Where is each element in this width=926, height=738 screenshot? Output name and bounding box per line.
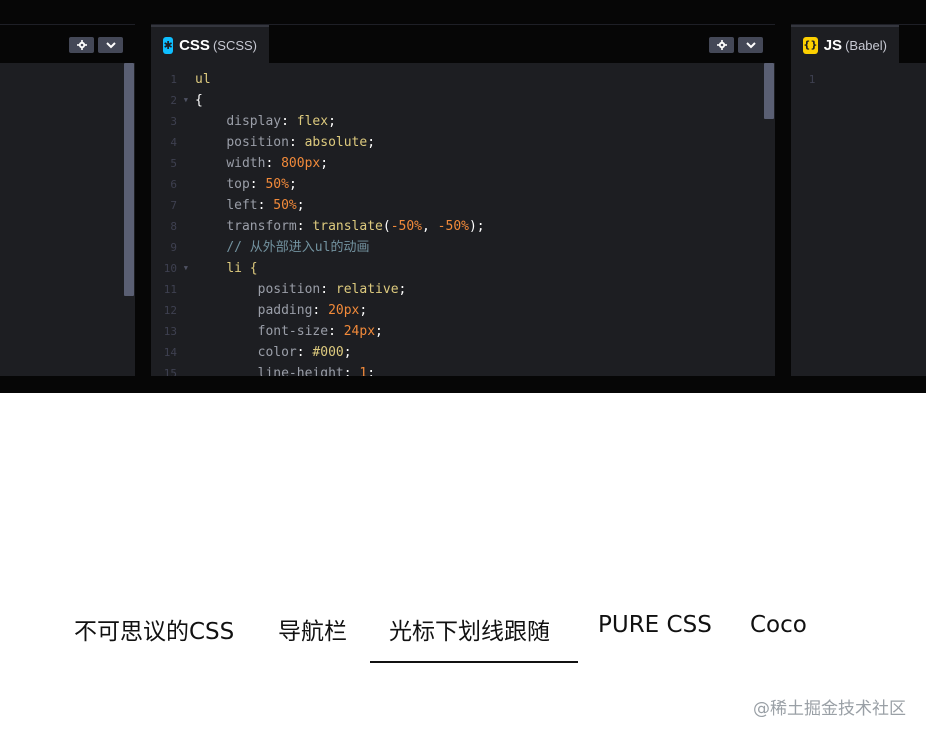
code-line: ul (195, 72, 211, 87)
line-number: 4 (170, 136, 177, 149)
line-number: 6 (170, 178, 177, 191)
code-line: line-height: 1; (257, 366, 376, 376)
preview-nav: 不可思议的CSS 导航栏 光标下划线跟随 PURE CSS Coco (0, 600, 926, 670)
css-scrollbar-thumb[interactable] (764, 63, 774, 119)
line-number: 9 (170, 241, 177, 254)
line-number: 13 (163, 325, 177, 338)
asterisk-icon: ✱ (163, 37, 174, 54)
code-line: top: 50%; (226, 177, 297, 192)
pane-resize-handle[interactable] (135, 24, 151, 376)
line-number: 11 (163, 283, 177, 296)
curly-braces-icon: {} (803, 37, 818, 54)
code-line: color: #000; (257, 345, 352, 360)
tab-css[interactable]: ✱ CSS (SCSS) (151, 25, 269, 64)
line-number: 7 (170, 199, 177, 212)
line-number: 8 (170, 220, 177, 233)
css-header-buttons (709, 37, 763, 53)
editor-bottom-strip (0, 376, 926, 393)
code-line: padding: 20px; (257, 303, 368, 318)
code-line: position: absolute; (226, 135, 376, 150)
code-line: { (195, 93, 203, 108)
js-tab-label: JS (823, 37, 843, 54)
css-pane: ✱ CSS (SCSS) 1 2 ▼ 3 4 5 6 7 8 9 10 ▼ 11… (151, 24, 775, 376)
js-tab-preprocessor: (Babel) (845, 38, 887, 53)
js-pane-header: {} JS (Babel) (791, 24, 926, 64)
code-line: transform: translate(-50%, -50%); (226, 219, 485, 234)
code-line: display: flex; (226, 114, 336, 129)
chevron-down-icon[interactable] (98, 37, 123, 53)
line-number-gutter: 1 (791, 69, 831, 90)
css-tab-preprocessor: (SCSS) (212, 38, 257, 53)
pane-resize-handle[interactable] (775, 24, 791, 376)
css-tab-label: CSS (179, 37, 210, 54)
cursor-underline (370, 661, 578, 663)
nav-item-active[interactable]: 光标下划线跟随 (389, 612, 550, 646)
fold-arrow-icon[interactable]: ▼ (184, 258, 188, 279)
js-pane: {} JS (Babel) 1 (791, 24, 926, 376)
line-number: 10 ▼ (151, 258, 191, 279)
css-code[interactable]: ul { display: flex; position: absolute; … (195, 69, 761, 376)
code-editor: ✱ CSS (SCSS) 1 2 ▼ 3 4 5 6 7 8 9 10 ▼ 11… (0, 0, 926, 393)
html-scrollbar-thumb[interactable] (124, 63, 134, 296)
html-pane-body[interactable] (0, 63, 135, 376)
nav-item[interactable]: 导航栏 (278, 612, 347, 646)
nav-item[interactable]: PURE CSS (598, 612, 712, 638)
line-number: 14 (163, 346, 177, 359)
gear-icon[interactable] (69, 37, 94, 53)
js-code-area[interactable]: 1 (791, 63, 926, 376)
line-number-gutter: 1 2 ▼ 3 4 5 6 7 8 9 10 ▼ 11 12 13 14 15 (151, 69, 191, 376)
gear-icon[interactable] (709, 37, 734, 53)
nav-item[interactable]: Coco (750, 612, 807, 638)
watermark: @稀土掘金技术社区 (753, 699, 906, 719)
code-line: width: 800px; (226, 156, 329, 171)
tab-js[interactable]: {} JS (Babel) (791, 25, 899, 64)
nav-item[interactable]: 不可思议的CSS (74, 612, 234, 646)
fold-arrow-icon[interactable]: ▼ (184, 90, 188, 111)
code-line: font-size: 24px; (257, 324, 383, 339)
css-pane-header: ✱ CSS (SCSS) (151, 24, 775, 64)
html-scrollbar[interactable] (124, 63, 135, 376)
line-number: 1 (808, 73, 816, 86)
line-number: 3 (170, 115, 177, 128)
line-number: 2 ▼ (151, 90, 191, 111)
line-number: 5 (170, 157, 177, 170)
html-pane (0, 24, 135, 376)
css-code-area[interactable]: 1 2 ▼ 3 4 5 6 7 8 9 10 ▼ 11 12 13 14 15 ul… (151, 63, 775, 376)
code-line: left: 50%; (226, 198, 305, 213)
line-number: 1 (170, 73, 177, 86)
editor-top-strip (0, 0, 926, 24)
code-line: position: relative; (257, 282, 407, 297)
html-pane-header (0, 24, 135, 63)
line-number: 12 (163, 304, 177, 317)
code-line: // 从外部进入ul的动画 (226, 240, 370, 255)
chevron-down-icon[interactable] (738, 37, 763, 53)
line-number: 15 (163, 367, 177, 376)
html-header-buttons (69, 37, 123, 53)
code-line: li { (226, 261, 258, 276)
css-scrollbar[interactable] (764, 63, 775, 376)
